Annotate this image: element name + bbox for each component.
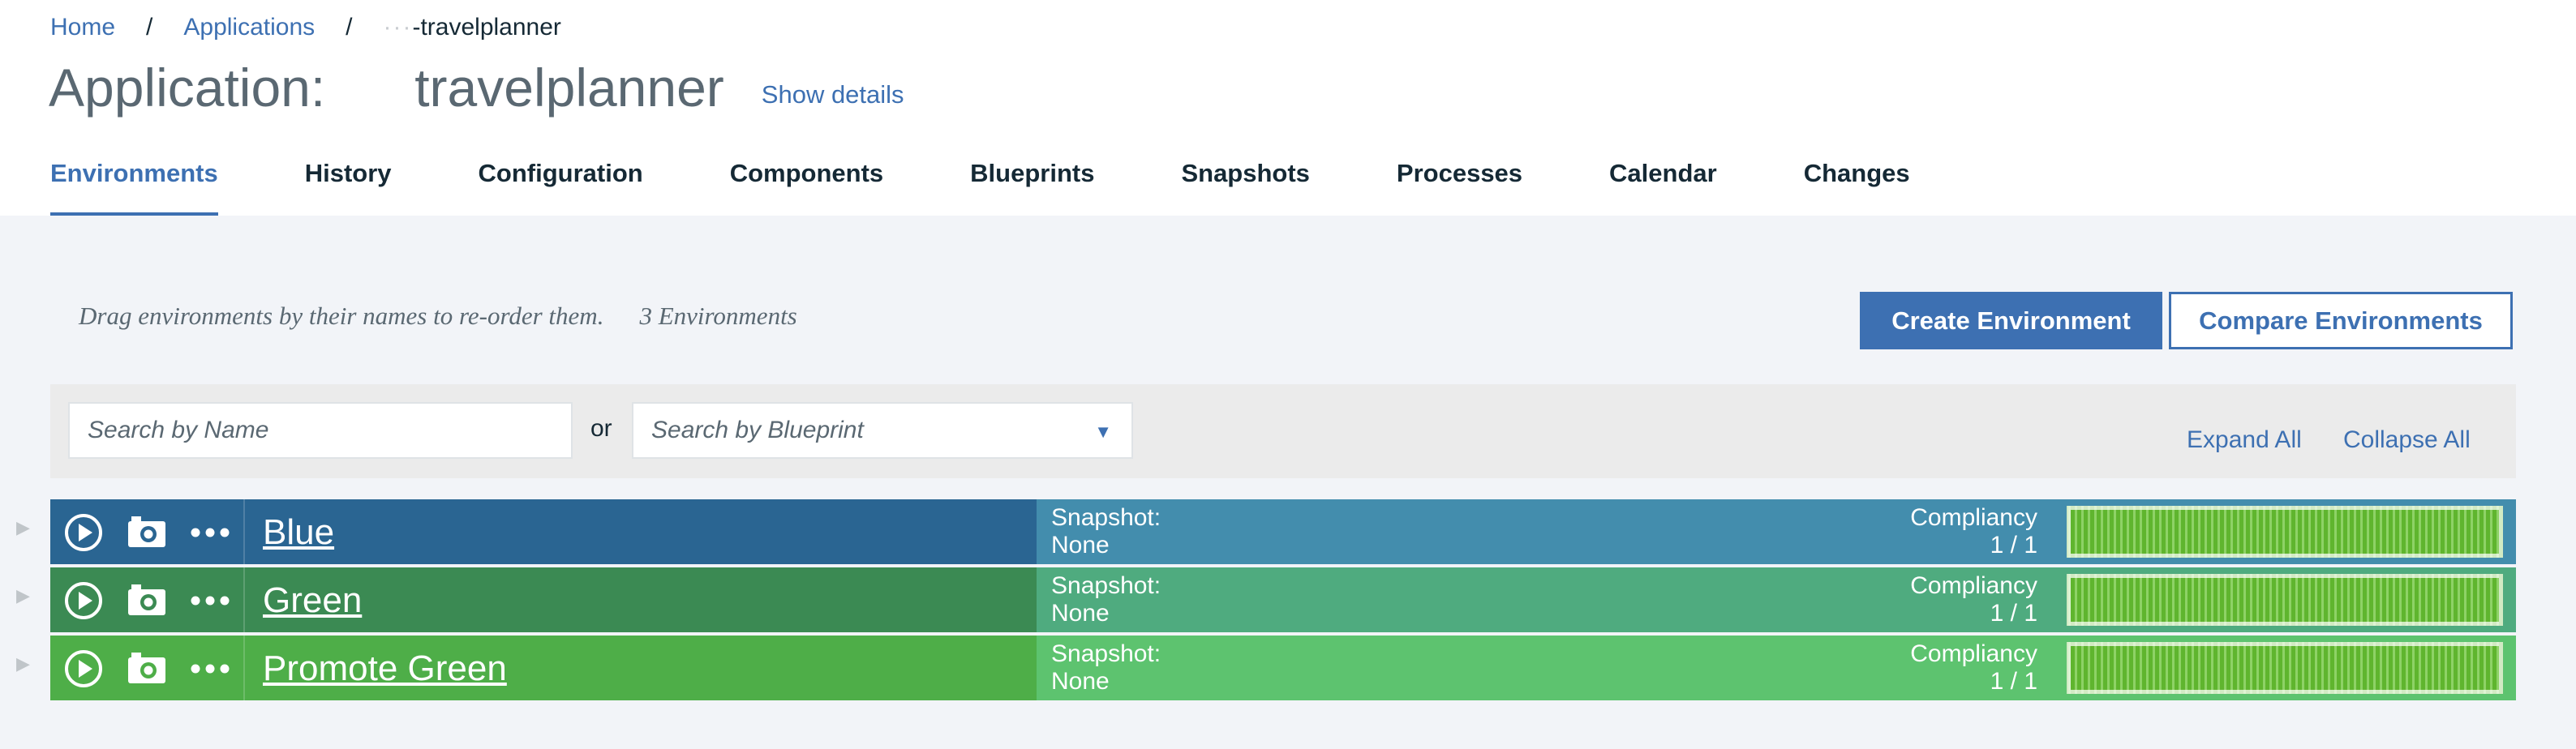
environment-name-link[interactable]: Blue	[263, 512, 334, 553]
or-label: or	[590, 415, 612, 442]
reorder-hint: Drag environments by their names to re-o…	[79, 302, 797, 331]
search-by-blueprint-placeholder: Search by Blueprint	[651, 417, 864, 443]
compliancy-value: 1 / 1	[1990, 600, 2037, 627]
compliancy-value: 1 / 1	[1990, 668, 2037, 695]
compliancy-label: Compliancy	[1910, 572, 2037, 599]
environment-name-link[interactable]: Green	[263, 580, 362, 621]
breadcrumb: Home / Applications / ···-travelplanner	[50, 10, 561, 45]
tab-blueprints[interactable]: Blueprints	[970, 146, 1094, 216]
play-circle-icon[interactable]	[63, 512, 104, 553]
play-circle-icon[interactable]	[63, 580, 104, 621]
environment-header: Blue	[50, 499, 1037, 564]
caret-down-icon: ▼	[1094, 422, 1112, 442]
triangle-right-icon[interactable]: ▶	[16, 517, 30, 538]
compliancy-label: Compliancy	[1910, 504, 2037, 531]
breadcrumb-redacted-prefix: ···	[383, 14, 413, 41]
compliancy-bar	[2067, 506, 2503, 558]
application-name: travelplanner	[414, 58, 724, 118]
compliancy-bar	[2067, 574, 2503, 626]
environment-details: Snapshot: None Compliancy 1 / 1	[1037, 567, 2516, 632]
camera-icon[interactable]	[125, 580, 165, 621]
camera-icon[interactable]	[125, 512, 165, 553]
filter-bar: or Search by Blueprint ▼ Expand All Coll…	[50, 384, 2516, 478]
environment-name-link[interactable]: Promote Green	[263, 648, 507, 689]
tab-processes[interactable]: Processes	[1397, 146, 1522, 216]
tab-snapshots[interactable]: Snapshots	[1181, 146, 1309, 216]
compliancy-label: Compliancy	[1910, 640, 2037, 667]
environment-row-green: ▶ Green Snapshot: None Compliancy 1 / 1	[16, 567, 2516, 632]
divider	[243, 499, 245, 564]
environment-details: Snapshot: None Compliancy 1 / 1	[1037, 499, 2516, 564]
tab-environments[interactable]: Environments	[50, 146, 218, 216]
search-by-blueprint-select[interactable]: Search by Blueprint ▼	[632, 402, 1133, 459]
snapshot-label: Snapshot:	[1051, 640, 1161, 667]
environment-row-blue: ▶ Blue Snapshot: None Compliancy 1 / 1	[16, 499, 2516, 564]
tab-components[interactable]: Components	[730, 146, 883, 216]
tab-configuration[interactable]: Configuration	[479, 146, 643, 216]
breadcrumb-home-link[interactable]: Home	[50, 14, 115, 41]
page-title-label: Application:	[49, 58, 326, 118]
environment-row-promote-green: ▶ Promote Green Snapshot: None Complianc…	[16, 636, 2516, 700]
reorder-hint-text: Drag environments by their names to re-o…	[79, 302, 604, 330]
breadcrumb-applications-link[interactable]: Applications	[183, 14, 315, 41]
snapshot-value: None	[1051, 668, 1110, 695]
breadcrumb-current: ···-travelplanner	[383, 14, 560, 41]
snapshot-label: Snapshot:	[1051, 504, 1161, 531]
environment-header: Green	[50, 567, 1037, 632]
tab-changes[interactable]: Changes	[1804, 146, 1910, 216]
more-dots-icon[interactable]	[188, 648, 230, 689]
breadcrumb-current-label: -travelplanner	[412, 14, 561, 41]
camera-icon[interactable]	[125, 648, 165, 689]
create-environment-button[interactable]: Create Environment	[1860, 292, 2162, 349]
breadcrumb-separator: /	[346, 14, 353, 41]
more-dots-icon[interactable]	[188, 512, 230, 553]
divider	[243, 636, 245, 700]
tab-calendar[interactable]: Calendar	[1609, 146, 1717, 216]
search-by-name-input[interactable]	[68, 402, 573, 459]
show-details-link[interactable]: Show details	[762, 80, 904, 109]
snapshot-value: None	[1051, 532, 1110, 559]
tab-bar: Environments History Configuration Compo…	[50, 146, 1997, 216]
more-dots-icon[interactable]	[188, 580, 230, 621]
environment-details: Snapshot: None Compliancy 1 / 1	[1037, 636, 2516, 700]
environment-count: 3 Environments	[639, 302, 797, 330]
snapshot-value: None	[1051, 600, 1110, 627]
triangle-right-icon[interactable]: ▶	[16, 653, 30, 674]
expand-all-link[interactable]: Expand All	[2187, 426, 2302, 454]
play-circle-icon[interactable]	[63, 648, 104, 689]
environment-header: Promote Green	[50, 636, 1037, 700]
breadcrumb-separator: /	[146, 14, 153, 41]
snapshot-label: Snapshot:	[1051, 572, 1161, 599]
compliancy-value: 1 / 1	[1990, 532, 2037, 559]
compliancy-bar	[2067, 642, 2503, 694]
tab-history[interactable]: History	[305, 146, 392, 216]
triangle-right-icon[interactable]: ▶	[16, 585, 30, 606]
compare-environments-button[interactable]: Compare Environments	[2169, 292, 2513, 349]
collapse-all-link[interactable]: Collapse All	[2343, 426, 2471, 454]
divider	[243, 567, 245, 632]
page-title: Application: travelplanner Show details	[49, 54, 904, 122]
